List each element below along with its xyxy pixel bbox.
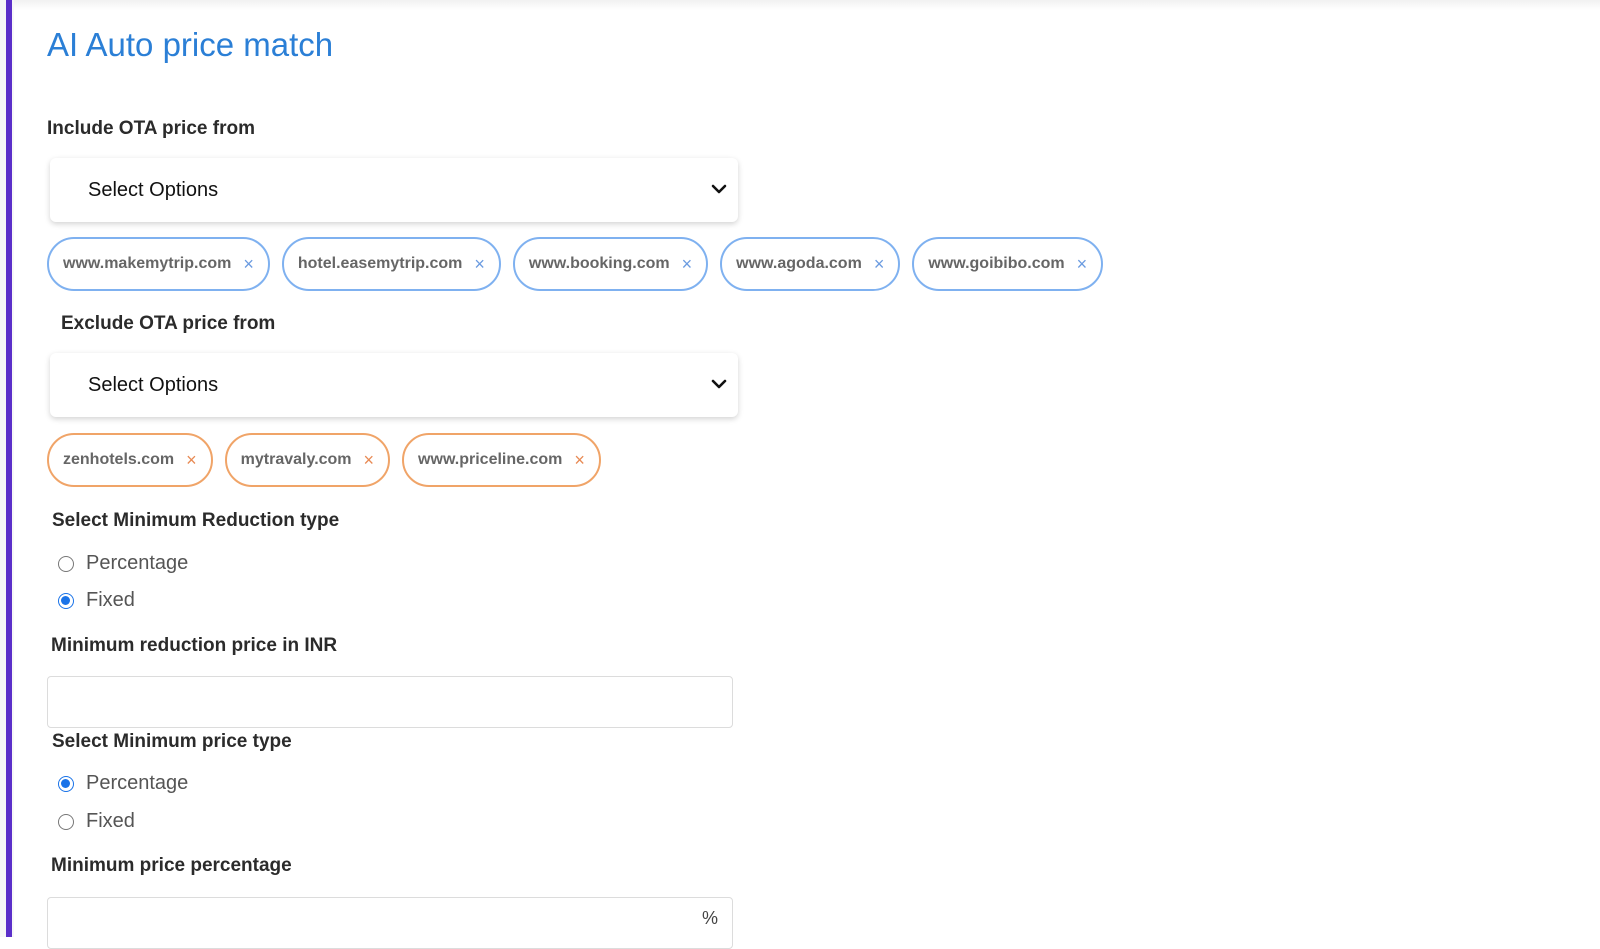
exclude-ota-chip: mytravaly.com ×	[224, 433, 391, 487]
close-icon[interactable]: ×	[186, 450, 197, 471]
include-ota-label: Include OTA price from	[47, 118, 255, 139]
include-ota-chip: www.goibibo.com ×	[912, 237, 1104, 291]
include-ota-chip-label: www.agoda.com	[736, 255, 862, 272]
exclude-ota-chip-label: mytravaly.com	[240, 451, 352, 468]
include-ota-chip: hotel.easemytrip.com ×	[281, 237, 501, 291]
exclude-ota-chip-label: zenhotels.com	[63, 451, 175, 468]
price-percentage-label: Percentage	[86, 772, 189, 794]
include-ota-chip-label: www.booking.com	[528, 255, 670, 272]
chevron-down-icon	[711, 184, 727, 194]
price-fixed-option[interactable]: Fixed	[50, 810, 135, 833]
close-icon[interactable]: ×	[874, 254, 885, 275]
reduction-fixed-option[interactable]: Fixed	[50, 589, 135, 612]
include-ota-chip: www.booking.com ×	[512, 237, 709, 291]
include-ota-chip: www.agoda.com ×	[720, 237, 901, 291]
page-title: AI Auto price match	[47, 26, 334, 63]
chevron-down-icon	[711, 379, 727, 389]
close-icon[interactable]: ×	[1077, 254, 1088, 275]
price-percentage-option[interactable]: Percentage	[50, 772, 188, 795]
price-percentage-radio[interactable]	[58, 775, 74, 792]
min-reduction-price-label: Minimum reduction price in INR	[51, 635, 338, 656]
include-ota-chip-label: hotel.easemytrip.com	[297, 255, 463, 272]
include-ota-placeholder: Select Options	[88, 178, 219, 201]
exclude-ota-label: Exclude OTA price from	[61, 313, 276, 334]
min-price-percentage-input[interactable]: %	[47, 897, 733, 949]
include-ota-chip: www.makemytrip.com ×	[47, 237, 270, 291]
reduction-fixed-radio[interactable]	[58, 592, 74, 609]
min-price-type-label: Select Minimum price type	[52, 731, 292, 752]
min-reduction-price-input[interactable]	[47, 676, 733, 728]
exclude-ota-chip: zenhotels.com ×	[47, 433, 213, 487]
close-icon[interactable]: ×	[474, 254, 485, 275]
reduction-percentage-radio[interactable]	[58, 555, 74, 572]
exclude-ota-placeholder: Select Options	[88, 373, 219, 396]
min-reduction-type-label: Select Minimum Reduction type	[52, 510, 340, 531]
close-icon[interactable]: ×	[364, 450, 375, 471]
min-price-percentage-label: Minimum price percentage	[51, 855, 292, 876]
include-ota-chip-label: www.makemytrip.com	[63, 255, 232, 272]
price-fixed-radio[interactable]	[58, 813, 74, 830]
reduction-percentage-label: Percentage	[86, 552, 189, 574]
top-divider	[14, 0, 1600, 10]
close-icon[interactable]: ×	[682, 254, 693, 275]
reduction-fixed-label: Fixed	[86, 589, 135, 611]
exclude-ota-select[interactable]: Select Options	[50, 353, 738, 417]
left-accent-bar	[0, 0, 14, 937]
reduction-percentage-option[interactable]: Percentage	[50, 552, 188, 575]
exclude-ota-chip-label: www.priceline.com	[418, 451, 563, 468]
exclude-ota-chip-list: zenhotels.com × mytravaly.com × www.pricelin…	[47, 433, 601, 487]
close-icon[interactable]: ×	[243, 254, 254, 275]
close-icon[interactable]: ×	[574, 450, 585, 471]
exclude-ota-chip: www.priceline.com ×	[402, 433, 601, 487]
include-ota-select[interactable]: Select Options	[50, 158, 738, 222]
price-fixed-label: Fixed	[86, 810, 135, 832]
include-ota-chip-list: www.makemytrip.com × hotel.easemytrip.com ×…	[47, 237, 1104, 291]
include-ota-chip-label: www.goibibo.com	[928, 255, 1065, 272]
percent-suffix: %	[701, 908, 718, 928]
